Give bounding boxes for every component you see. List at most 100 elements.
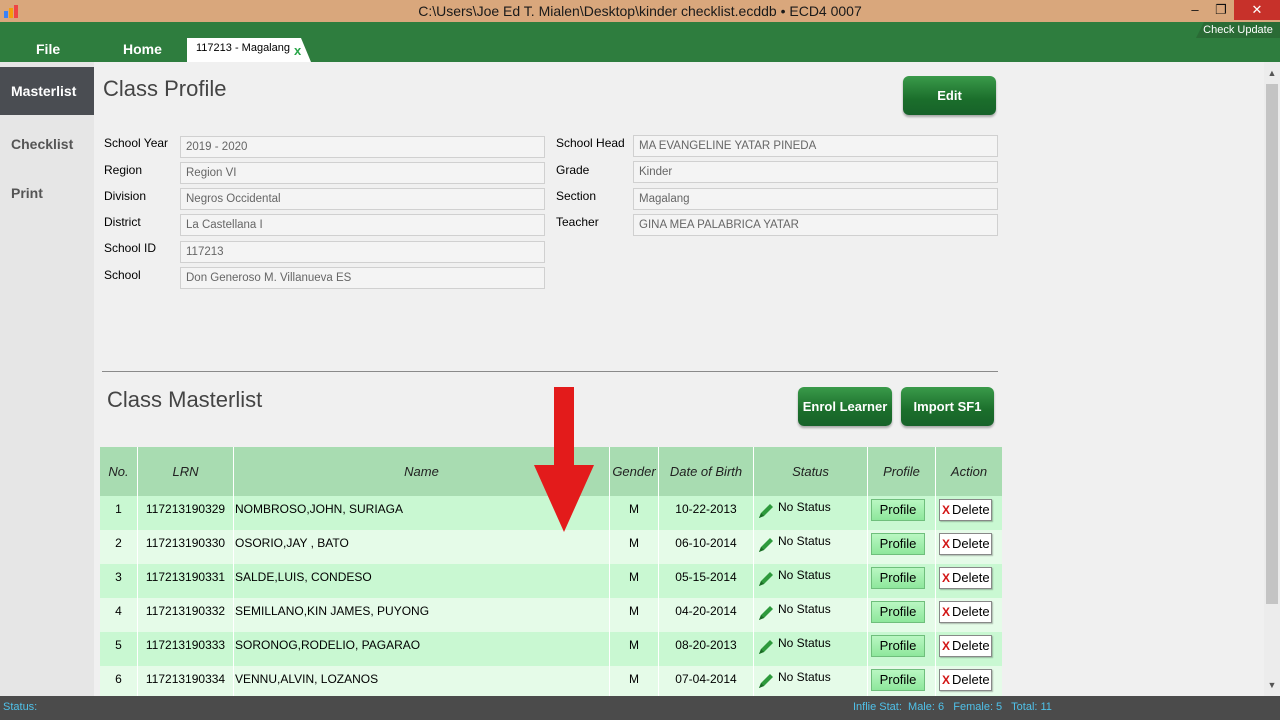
delete-label: Delete (952, 604, 990, 619)
field-label-grade: Grade (556, 163, 590, 177)
delete-button[interactable]: X Delete (939, 669, 992, 691)
edit-button[interactable]: Edit (903, 76, 996, 115)
pencil-icon (759, 572, 773, 586)
menu-bar: File Home 117213 - Magalang x Check Upda… (0, 22, 1280, 62)
field-grade[interactable]: Kinder (633, 161, 998, 183)
window-title: C:\Users\Joe Ed T. Mialen\Desktop\kinder… (418, 3, 862, 19)
delete-button[interactable]: X Delete (939, 635, 992, 657)
cell-lrn: 117213190334 (138, 666, 234, 700)
delete-label: Delete (952, 502, 990, 517)
field-region[interactable]: Region VI (180, 162, 545, 184)
profile-button[interactable]: Profile (871, 669, 925, 691)
red-x-icon: X (942, 673, 951, 687)
field-label-division: Division (104, 189, 147, 203)
field-district[interactable]: La Castellana I (180, 214, 545, 236)
cell-status: No Status (754, 632, 868, 666)
status-bar: Status: Inflie Stat: Male: 6 Female: 5 T… (0, 696, 1280, 720)
field-label-section: Section (556, 189, 597, 203)
cell-profile: Profile (868, 598, 936, 632)
scroll-up-icon[interactable]: ▲ (1264, 68, 1280, 80)
sidebar-item-checklist[interactable]: Checklist (0, 120, 94, 168)
sidebar: Masterlist Checklist Print (0, 62, 94, 696)
field-label-district: District (104, 215, 141, 229)
status-text: No Status (778, 602, 831, 616)
delete-button[interactable]: X Delete (939, 601, 992, 623)
cell-no: 3 (100, 564, 138, 598)
cell-profile: Profile (868, 530, 936, 564)
cell-gender: M (610, 632, 659, 666)
vertical-scrollbar[interactable]: ▲ ▼ (1264, 62, 1280, 696)
cell-lrn: 117213190330 (138, 530, 234, 564)
cell-name: SEMILLANO,KIN JAMES, PUYONG (234, 598, 610, 632)
status-label: Status: (3, 701, 38, 713)
close-button[interactable]: ✕ (1234, 0, 1280, 20)
red-x-icon: X (942, 571, 951, 585)
cell-gender: M (610, 666, 659, 700)
profile-button[interactable]: Profile (871, 635, 925, 657)
menu-file[interactable]: File (36, 41, 60, 57)
cell-lrn: 117213190331 (138, 564, 234, 598)
cell-dob: 07-04-2014 (659, 666, 754, 700)
red-down-arrow (534, 387, 594, 532)
status-text: No Status (778, 670, 831, 684)
cell-gender: M (610, 564, 659, 598)
import-sf1-button[interactable]: Import SF1 (901, 387, 994, 426)
main-content: Class Profile Edit School Year 2019 - 20… (94, 62, 1264, 700)
column-header-no: No. (100, 447, 138, 496)
tab-close-icon[interactable]: x (294, 43, 301, 58)
delete-label: Delete (952, 672, 990, 687)
cell-name: OSORIO,JAY , BATO (234, 530, 610, 564)
profile-button[interactable]: Profile (871, 601, 925, 623)
field-label-school: School (104, 268, 141, 282)
cell-lrn: 117213190329 (138, 496, 234, 530)
class-masterlist-title: Class Masterlist (107, 387, 263, 412)
cell-dob: 10-22-2013 (659, 496, 754, 530)
field-section[interactable]: Magalang (633, 188, 998, 210)
cell-dob: 04-20-2014 (659, 598, 754, 632)
delete-label: Delete (952, 638, 990, 653)
delete-button[interactable]: X Delete (939, 533, 992, 555)
enrol-learner-button[interactable]: Enrol Learner (798, 387, 892, 426)
restore-button[interactable]: ❐ (1208, 0, 1234, 20)
field-school-head[interactable]: MA EVANGELINE YATAR PINEDA (633, 135, 998, 157)
profile-button[interactable]: Profile (871, 533, 925, 555)
table-row: 3 117213190331 SALDE,LUIS, CONDESO M 05-15-2… (100, 564, 1002, 598)
table-row: 6 117213190334 VENNU,ALVIN, LOZANOS M 07-04-… (100, 666, 1002, 700)
cell-name: SALDE,LUIS, CONDESO (234, 564, 610, 598)
sidebar-item-masterlist[interactable]: Masterlist (0, 67, 94, 115)
column-header-profile: Profile (868, 447, 936, 496)
menu-home[interactable]: Home (123, 41, 162, 57)
cell-no: 1 (100, 496, 138, 530)
status-text: No Status (778, 534, 831, 548)
field-school[interactable]: Don Generoso M. Villanueva ES (180, 267, 545, 289)
column-header-action: Action (950, 464, 988, 479)
cell-name: SORONOG,RODELIO, PAGARAO (234, 632, 610, 666)
cell-status: No Status (754, 666, 868, 700)
table-row: 4 117213190332 SEMILLANO,KIN JAMES, PUYONG… (100, 598, 1002, 632)
field-teacher[interactable]: GINA MEA PALABRICA YATAR (633, 214, 998, 236)
minimize-button[interactable]: – (1182, 0, 1208, 20)
cell-action: X Delete (936, 564, 1002, 598)
cell-dob: 08-20-2013 (659, 632, 754, 666)
profile-button[interactable]: Profile (871, 499, 925, 521)
profile-button[interactable]: Profile (871, 567, 925, 589)
cell-status: No Status (754, 530, 868, 564)
check-update-button[interactable]: Check Update (1196, 22, 1280, 38)
red-x-icon: X (942, 639, 951, 653)
field-division[interactable]: Negros Occidental (180, 188, 545, 210)
scroll-thumb[interactable] (1266, 84, 1278, 604)
field-school-id[interactable]: 117213 (180, 241, 545, 263)
status-text: No Status (778, 500, 831, 514)
cell-action: X Delete (936, 666, 1002, 700)
delete-button[interactable]: X Delete (939, 567, 992, 589)
cell-no: 2 (100, 530, 138, 564)
delete-button[interactable]: X Delete (939, 499, 992, 521)
pencil-icon (759, 606, 773, 620)
sidebar-item-print[interactable]: Print (0, 169, 94, 217)
field-school-year[interactable]: 2019 - 2020 (180, 136, 545, 158)
scroll-down-icon[interactable]: ▼ (1264, 680, 1280, 692)
document-tab[interactable]: 117213 - Magalang x (187, 38, 311, 62)
table-row: 5 117213190333 SORONOG,RODELIO, PAGARAO M 08… (100, 632, 1002, 666)
cell-gender: M (610, 530, 659, 564)
status-stats: Inflie Stat: Male: 6 Female: 5 Total: 11 (853, 701, 1052, 713)
